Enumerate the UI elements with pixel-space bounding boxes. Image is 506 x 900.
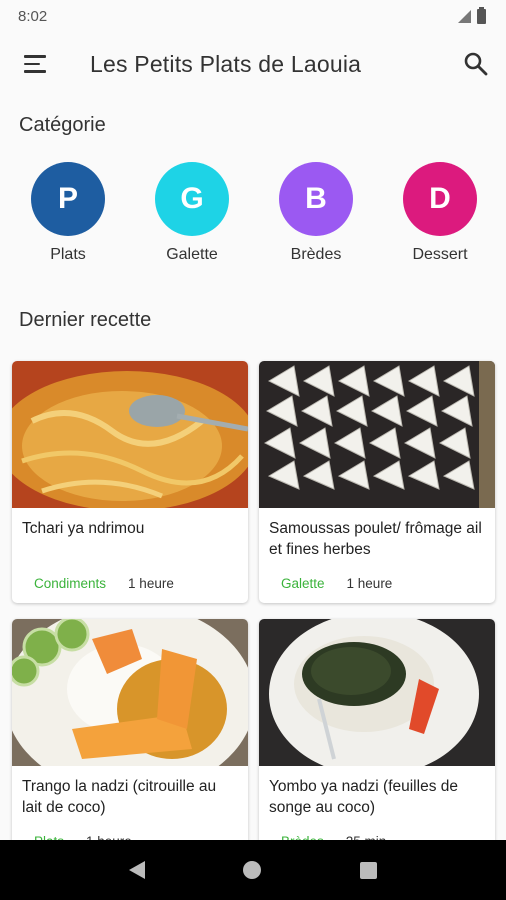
recipe-title: Tchari ya ndrimou xyxy=(22,520,145,537)
category-list: P Plats G Galette B Brèdes D Dessert xyxy=(0,162,506,272)
category-avatar: G xyxy=(155,162,229,236)
app-bar: Les Petits Plats de Laouia xyxy=(0,32,506,96)
category-label: Galette xyxy=(166,246,218,263)
recipe-category: Condiments xyxy=(34,576,107,591)
recipes-section-title: Dernier recette xyxy=(19,309,152,331)
app-title: Les Petits Plats de Laouia xyxy=(90,50,362,77)
category-label: Dessert xyxy=(412,246,468,263)
recipe-image xyxy=(12,619,248,766)
category-galette[interactable]: G Galette xyxy=(142,162,242,264)
recipe-card[interactable]: Yombo ya nadzi (feuilles de songe au coc… xyxy=(259,619,495,861)
recipe-category: Galette xyxy=(281,576,325,591)
system-nav-bar xyxy=(0,840,506,900)
category-label: Plats xyxy=(50,246,86,263)
category-avatar: D xyxy=(403,162,477,236)
status-bar: 8:02 xyxy=(0,0,506,32)
recipe-card[interactable]: Samoussas poulet/ frômage ail et fines h… xyxy=(259,361,495,603)
home-circle-icon[interactable] xyxy=(243,861,262,879)
category-plats[interactable]: P Plats xyxy=(18,162,118,264)
status-icons xyxy=(458,6,486,24)
recipe-image xyxy=(259,619,495,766)
recipe-title: Yombo ya nadzi (feuilles de songe au coc… xyxy=(269,778,458,816)
category-avatar: P xyxy=(31,162,105,236)
back-triangle-icon[interactable] xyxy=(129,861,146,879)
recent-square-icon[interactable] xyxy=(359,861,377,879)
category-bredes[interactable]: B Brèdes xyxy=(266,162,366,264)
recipe-card[interactable]: Tchari ya ndrimou Condiments 1 heure xyxy=(12,361,248,603)
recipe-card[interactable]: Trango la nadzi (citrouille au lait de c… xyxy=(12,619,248,861)
recipe-image xyxy=(259,361,495,508)
signal-icon xyxy=(458,9,471,23)
recipe-time: 1 heure xyxy=(128,576,174,591)
recipe-meta: Galette 1 heure xyxy=(259,570,495,591)
recipe-title: Samoussas poulet/ frômage ail et fines h… xyxy=(269,520,482,558)
category-section-title: Catégorie xyxy=(19,114,106,136)
category-label: Brèdes xyxy=(290,246,342,263)
search-icon[interactable] xyxy=(462,50,490,78)
status-time: 8:02 xyxy=(18,7,48,25)
recipe-image xyxy=(12,361,248,508)
battery-icon xyxy=(477,6,486,24)
category-avatar: B xyxy=(279,162,353,236)
hamburger-menu-icon[interactable] xyxy=(16,44,56,84)
recipe-title: Trango la nadzi (citrouille au lait de c… xyxy=(22,778,217,816)
category-dessert[interactable]: D Dessert xyxy=(390,162,490,264)
recipe-time: 1 heure xyxy=(346,576,393,591)
recipe-meta: Condiments 1 heure xyxy=(12,570,248,591)
